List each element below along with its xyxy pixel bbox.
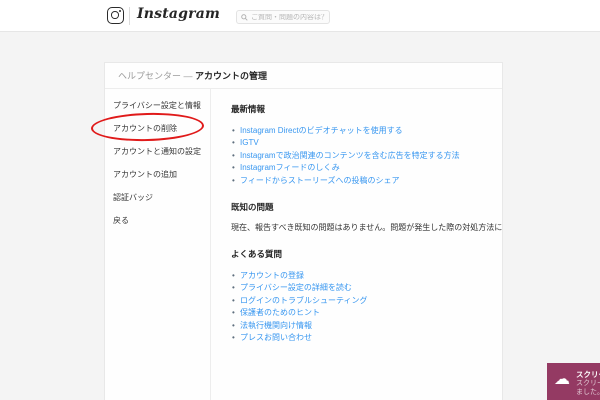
faq-link-item-link[interactable]: 保護者のためのヒント [240,308,320,317]
instagram-wordmark[interactable]: Instagram [137,6,220,22]
sidebar-item[interactable]: アカウントの削除 [113,117,210,140]
section-title-known-issues: 既知の問題 [231,202,274,213]
help-content-card: ヘルプセンター — アカウントの管理 プライバシー設定と情報 アカウントの削除 アカ… [104,62,503,400]
toast-body-line1: スクリーンショットが保存され [576,380,600,387]
instagram-glyph-icon[interactable] [107,7,124,24]
faq-links-list: アカウントの登録プライバシー設定の詳細を読むログインのトラブルシューティング保護… [231,270,488,345]
toast-title: スクリーンショット [576,370,600,379]
section-title-faq: よくある質問 [231,249,283,260]
sidebar-item[interactable]: アカウントの追加 [113,163,210,186]
main-content: 最新情報 Instagram Directのビデオチャットを使用するIGTVIn… [211,89,502,400]
camera-lens-shape [111,11,119,19]
faq-link-item-link[interactable]: プライバシー設定の詳細を読む [240,283,352,292]
known-issues-paragraph: 現在、報告すべき既知の問題はありません。問題が発生した際の対処方法についてはこち… [231,222,502,234]
card-body: プライバシー設定と情報 アカウントの削除 アカウントと通知の設定 アカウントの追加 認証… [105,89,502,400]
sidebar-list: プライバシー設定と情報 アカウントの削除 アカウントと通知の設定 アカウントの追加 認証… [105,89,210,232]
faq-link-item[interactable]: アカウントの登録 [232,270,488,283]
faq-link-item[interactable]: 保護者のためのヒント [232,307,488,320]
faq-link-item-link[interactable]: プレスお問い合わせ [240,333,312,342]
latest-link-item-link[interactable]: Instagramフィードのしくみ [240,163,340,172]
latest-link-item[interactable]: Instagram Directのビデオチャットを使用する [232,125,488,138]
breadcrumb-root[interactable]: ヘルプセンター [118,71,181,81]
sidebar-item[interactable]: 戻る [113,209,210,232]
latest-link-item-link[interactable]: フィードからストーリーズへの投稿のシェア [240,176,399,185]
toast-text: スクリーンショット スクリーンショットが保存され ました。 [576,370,600,400]
page-title: アカウントの管理 [195,71,268,81]
toast-body-line2: ました。 [576,389,600,396]
faq-link-item-link[interactable]: 法執行機関向け情報 [240,321,312,330]
latest-link-item[interactable]: フィードからストーリーズへの投稿のシェア [232,175,488,188]
faq-link-item[interactable]: プレスお問い合わせ [232,332,488,345]
latest-links-list: Instagram Directのビデオチャットを使用する IGTV Instagr… [231,125,488,187]
faq-link-item-link[interactable]: アカウントの登録 [240,271,304,280]
latest-link-item-link[interactable]: Instagramで政治関連のコンテンツを含む広告を特定する方法 [240,151,460,160]
logo-divider [129,7,130,25]
help-center-header: Instagram [0,0,600,32]
latest-link-item-link[interactable]: Instagram Directのビデオチャットを使用する [240,126,403,135]
camera-dot-shape [119,9,122,12]
sidebar-item[interactable]: 認証バッジ [113,186,210,209]
section-title-latest: 最新情報 [231,104,266,114]
onedrive-toast-notification[interactable]: スクリーンショット スクリーンショットが保存され ました。 [547,363,600,400]
latest-link-item[interactable]: IGTV [232,137,488,150]
sidebar-item[interactable]: プライバシー設定と情報 [113,94,210,117]
latest-link-item[interactable]: Instagramフィードのしくみ [232,162,488,175]
onedrive-cloud-icon [554,372,570,400]
breadcrumb-separator: — [181,71,196,81]
help-search-box[interactable] [236,10,330,24]
faq-link-item[interactable]: ログインのトラブルシューティング [232,295,488,308]
search-input[interactable] [251,13,325,21]
latest-link-item-link[interactable]: IGTV [240,138,259,147]
faq-link-item-link[interactable]: ログインのトラブルシューティング [240,296,368,305]
known-issues-text-before: 現在、報告すべき既知の問題はありません。問題が発生した際の対処方法については [231,223,502,233]
browser-viewport: Instagram ヘルプセンター — アカウントの管理 プライバシー設定と情報… [0,0,600,400]
sidebar-nav: プライバシー設定と情報 アカウントの削除 アカウントと通知の設定 アカウントの追加 認証… [105,89,211,400]
faq-link-item[interactable]: プライバシー設定の詳細を読む [232,282,488,295]
faq-link-item[interactable]: 法執行機関向け情報 [232,320,488,333]
search-icon [241,13,248,21]
latest-link-item[interactable]: Instagramで政治関連のコンテンツを含む広告を特定する方法 [232,150,488,163]
breadcrumb: ヘルプセンター — アカウントの管理 [105,63,502,89]
sidebar-item[interactable]: アカウントと通知の設定 [113,140,210,163]
